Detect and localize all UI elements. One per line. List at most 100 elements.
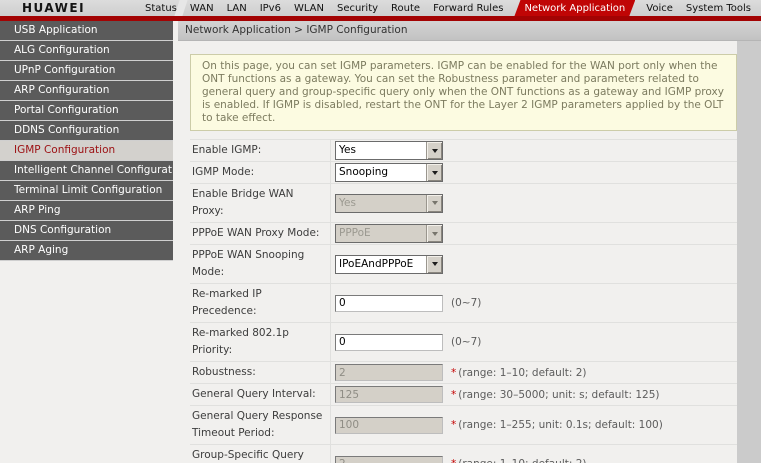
sidebar-item-portal-configuration[interactable]: Portal Configuration [0, 101, 173, 121]
main-layout: USB Application ALG Configuration UPnP Con… [0, 21, 761, 463]
pppoe-wan-snooping-mode-select[interactable]: IPoEAndPPPoE [335, 254, 443, 274]
content-body: On this page, you can set IGMP parameter… [178, 41, 761, 463]
re-marked-ip-precedence-input[interactable] [335, 294, 443, 312]
field-label: Enable Bridge WAN Proxy: [192, 188, 294, 217]
dropdown-arrow-icon[interactable] [426, 142, 442, 159]
group-specific-query-times-input [335, 455, 443, 463]
chevron-down-icon [431, 170, 438, 175]
field-hint: *(range: 1–10; default: 2) [451, 367, 587, 379]
content-area: Network Application > IGMP Configuration… [178, 21, 761, 463]
select-value: PPPoE [339, 227, 371, 239]
igmp-mode-select[interactable]: Snooping [335, 163, 443, 182]
form-row-group-specific-query-times: Group-Specific Query Times: *(range: 1–10… [190, 445, 737, 463]
enable-bridge-wan-proxy-select: Yes [335, 193, 443, 213]
hint-text: (range: 1–255; unit: 0.1s; default: 100) [458, 419, 663, 431]
sidebar-menu: USB Application ALG Configuration UPnP Con… [0, 21, 178, 463]
hint-text: (range: 30–5000; unit: s; default: 125) [458, 388, 660, 401]
field-control-cell: Yes [330, 140, 737, 161]
dropdown-arrow-icon [426, 194, 442, 212]
field-control-cell: *(range: 30–5000; unit: s; default: 125) [330, 384, 737, 405]
igmp-config-form: Enable IGMP: Yes IGMP Mode: Snooping Enable … [190, 139, 737, 463]
dropdown-arrow-icon[interactable] [426, 255, 442, 273]
form-row-igmp-mode: IGMP Mode: Snooping [190, 162, 737, 184]
enable-igmp-select[interactable]: Yes [335, 141, 443, 160]
top-navbar: HUAWEI Status WAN LAN IPv6 WLAN Security Route… [0, 0, 761, 16]
field-label: General Query Response Timeout Period: [192, 410, 323, 439]
field-label: Group-Specific Query Times: [192, 449, 304, 461]
dropdown-arrow-icon[interactable] [426, 164, 442, 181]
sidebar-item-upnp-configuration[interactable]: UPnP Configuration [0, 61, 173, 81]
dropdown-arrow-icon [426, 225, 442, 242]
general-query-interval-input [335, 386, 443, 403]
field-hint: (0~7) [451, 297, 481, 309]
form-row-pppoe-wan-snooping-mode: PPPoE WAN Snooping Mode: IPoEAndPPPoE [190, 245, 737, 284]
field-control-cell: PPPoE [330, 223, 737, 244]
tab-forward-rules[interactable]: Forward Rules [431, 2, 505, 15]
sidebar-item-arp-configuration[interactable]: ARP Configuration [0, 81, 173, 101]
sidebar-item-arp-ping[interactable]: ARP Ping [0, 201, 173, 221]
field-control-cell: IPoEAndPPPoE [330, 245, 737, 283]
nav-tabs: Status WAN LAN IPv6 WLAN Security Route Forward… [143, 0, 761, 16]
tab-route[interactable]: Route [389, 2, 422, 15]
chevron-down-icon [431, 231, 438, 236]
select-value: Yes [339, 196, 356, 209]
re-marked-802-1p-priority-input[interactable] [335, 333, 443, 351]
field-label: Enable IGMP: [192, 144, 262, 156]
hint-text: (0~7) [451, 297, 482, 309]
field-control-cell: *(range: 1–255; unit: 0.1s; default: 100… [330, 406, 737, 444]
tab-voice[interactable]: Voice [644, 2, 675, 15]
right-gutter [737, 41, 761, 463]
general-query-response-timeout-period-input [335, 416, 443, 434]
tab-status[interactable]: Status [143, 2, 179, 15]
field-hint: * (range: 1–255; unit: 0.1s; default: 100… [451, 419, 663, 431]
field-label: Robustness: [192, 366, 256, 378]
form-row-robustness: Robustness: *(range: 1–10; default: 2) [190, 362, 737, 384]
required-asterisk: * [451, 419, 457, 431]
field-label: General Query Interval: [192, 388, 316, 400]
required-asterisk: * [451, 388, 457, 401]
field-control-cell: *(range: 1–10; default: 2) [330, 362, 737, 383]
tab-network-application[interactable]: Network Application [514, 0, 635, 16]
pppoe-wan-proxy-mode-select: PPPoE [335, 224, 443, 243]
tab-wlan[interactable]: WLAN [292, 2, 326, 15]
field-label: PPPoE WAN Proxy Mode: [192, 227, 320, 239]
sidebar-item-dns-configuration[interactable]: DNS Configuration [0, 221, 173, 241]
sidebar-item-alg-configuration[interactable]: ALG Configuration [0, 41, 173, 61]
tab-security[interactable]: Security [335, 2, 380, 15]
sidebar-item-terminal-limit-configuration[interactable]: Terminal Limit Configuration [0, 181, 173, 201]
form-row-pppoe-wan-proxy-mode: PPPoE WAN Proxy Mode: PPPoE [190, 223, 737, 245]
chevron-down-icon [431, 201, 438, 205]
field-label: Re-marked IP Precedence: [192, 288, 262, 317]
sidebar-item-arp-aging[interactable]: ARP Aging [0, 241, 173, 261]
form-row-re-marked-802-1p-priority: Re-marked 802.1p Priority: (0~7) [190, 323, 737, 362]
field-label: Re-marked 802.1p Priority: [192, 327, 289, 356]
sidebar-item-igmp-configuration[interactable]: IGMP Configuration [0, 141, 173, 161]
chevron-down-icon [431, 148, 438, 153]
hint-text: (range: 1–10; default: 2) [458, 366, 587, 379]
field-hint: *(range: 1–10; default: 2) [451, 458, 587, 463]
required-asterisk: * [451, 366, 457, 379]
form-row-general-query-interval: General Query Interval: *(range: 30–5000;… [190, 384, 737, 406]
info-notice: On this page, you can set IGMP parameter… [190, 54, 737, 131]
hint-text: (range: 1–10; default: 2) [458, 458, 586, 463]
required-asterisk: * [451, 458, 456, 463]
field-hint: * (range: 30–5000; unit: s; default: 125) [451, 389, 659, 401]
form-row-enable-igmp: Enable IGMP: Yes [190, 140, 737, 162]
form-row-enable-bridge-wan-proxy: Enable Bridge WAN Proxy: Yes [190, 184, 737, 223]
tab-system-tools[interactable]: System Tools [684, 2, 753, 15]
sidebar-item-ddns-configuration[interactable]: DDNS Configuration [0, 121, 173, 141]
tab-wan[interactable]: WAN [188, 2, 216, 15]
robustness-input [335, 364, 443, 381]
sidebar-item-usb-application[interactable]: USB Application [0, 21, 173, 41]
chevron-down-icon [431, 262, 438, 266]
form-row-re-marked-ip-precedence: Re-marked IP Precedence: (0~7) [190, 284, 737, 323]
field-label: IGMP Mode: [192, 166, 255, 178]
form-row-general-query-response-timeout-period: General Query Response Timeout Period: *(… [190, 406, 737, 445]
tab-lan[interactable]: LAN [225, 2, 249, 15]
huawei-logo: HUAWEI [22, 1, 86, 15]
select-value: Snooping [339, 166, 389, 178]
tab-ipv6[interactable]: IPv6 [258, 2, 283, 15]
breadcrumb: Network Application > IGMP Configuration [178, 21, 761, 41]
sidebar-item-intelligent-channel-configuration[interactable]: Intelligent Channel Configuration [0, 161, 173, 181]
field-control-cell: Snooping [330, 162, 737, 183]
